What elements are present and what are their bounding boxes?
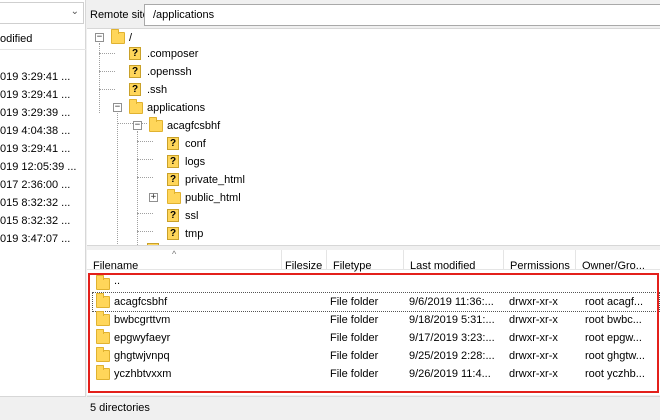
tree-item-ssh[interactable]: ? .ssh xyxy=(87,81,287,99)
folder-icon xyxy=(111,29,125,44)
folder-icon xyxy=(167,189,181,204)
column-label: odified xyxy=(0,33,33,45)
column-header-filetype[interactable]: Filetype xyxy=(327,250,404,272)
local-list-item[interactable]: 019 3:47:07 ... xyxy=(0,230,86,248)
table-row[interactable]: bwbcgrttvm File folder 9/18/2019 5:31:..… xyxy=(93,311,659,329)
local-list-item[interactable]: 019 4:04:38 ... xyxy=(0,122,86,140)
unknown-folder-icon: ? xyxy=(167,227,179,240)
remote-site-label: Remote site: xyxy=(90,9,152,21)
local-list-item[interactable]: 019 12:05:39 ... xyxy=(0,158,86,176)
unknown-folder-icon: ? xyxy=(129,65,141,78)
column-header-permissions[interactable]: Permissions xyxy=(504,250,576,272)
column-header-filename[interactable]: Filename ^ xyxy=(87,249,282,272)
unknown-folder-icon: ? xyxy=(129,47,141,60)
tree-item-acagfcsbhf[interactable]: − acagfcsbhf xyxy=(87,117,287,135)
folder-icon xyxy=(96,311,110,326)
tree-item-composer[interactable]: ? .composer xyxy=(87,45,287,63)
folder-icon xyxy=(129,99,143,114)
local-list-item[interactable]: 019 3:29:41 ... xyxy=(0,86,86,104)
remote-site-path-input[interactable]: /applications xyxy=(144,4,660,26)
collapse-icon[interactable]: − xyxy=(95,33,104,42)
folder-icon xyxy=(96,347,110,362)
local-status-bar xyxy=(0,396,86,420)
remote-directory-tree: − / ? .composer ? .openssh ? .ssh − appl… xyxy=(87,28,660,245)
local-list-item[interactable]: 015 8:32:32 ... xyxy=(0,212,86,230)
folder-icon xyxy=(96,293,110,308)
remote-site-bar: Remote site: /applications xyxy=(87,4,660,26)
sort-ascending-icon: ^ xyxy=(172,249,177,259)
table-row[interactable]: acagfcsbhf File folder 9/6/2019 11:36:..… xyxy=(92,292,660,312)
tree-item-private-html[interactable]: ? private_html xyxy=(87,171,287,189)
unknown-folder-icon: ? xyxy=(167,155,179,168)
listing-header: Filename ^ Filesize Filetype Last modifi… xyxy=(87,249,660,272)
unknown-folder-icon: ? xyxy=(167,137,179,150)
list-item-parent-directory[interactable]: .. xyxy=(93,275,659,293)
unknown-folder-icon: ? xyxy=(129,83,141,96)
local-path-dropdown[interactable]: ⌄ xyxy=(0,2,84,24)
expand-icon[interactable]: + xyxy=(149,193,158,202)
remote-file-listing: Filename ^ Filesize Filetype Last modifi… xyxy=(87,249,660,395)
folder-icon xyxy=(96,329,110,344)
tree-item-openssh[interactable]: ? .openssh xyxy=(87,63,287,81)
column-header-owner-group[interactable]: Owner/Gro... xyxy=(576,250,660,272)
local-list-item[interactable]: 019 3:29:41 ... xyxy=(0,140,86,158)
folder-icon xyxy=(96,365,110,380)
local-pane: ⌄ odified 019 3:29:41 ... 019 3:29:41 ..… xyxy=(0,0,86,420)
column-header-last-modified[interactable]: Last modified xyxy=(404,250,504,272)
tree-item-conf[interactable]: ? conf xyxy=(87,135,287,153)
chevron-down-icon[interactable]: ⌄ xyxy=(71,6,79,17)
folder-icon xyxy=(149,117,163,132)
tree-item-logs[interactable]: ? logs xyxy=(87,153,287,171)
status-bar: 5 directories xyxy=(87,396,660,420)
local-list-item[interactable]: 019 3:29:39 ... xyxy=(0,104,86,122)
remote-path-value: /applications xyxy=(153,9,215,21)
unknown-folder-icon: ? xyxy=(167,173,179,186)
local-list-item[interactable]: 015 8:32:32 ... xyxy=(0,194,86,212)
status-text: 5 directories xyxy=(90,402,150,414)
folder-icon xyxy=(96,275,110,290)
tree-item-applications[interactable]: − applications xyxy=(87,99,287,117)
local-column-header-last-modified[interactable]: odified xyxy=(0,28,86,50)
local-list-item[interactable]: 019 3:29:41 ... xyxy=(0,68,86,86)
table-row[interactable]: yczhbtvxxm File folder 9/26/2019 11:4...… xyxy=(93,365,659,383)
table-row[interactable]: epgwyfaeyr File folder 9/17/2019 3:23:..… xyxy=(93,329,659,347)
collapse-icon[interactable]: − xyxy=(113,103,122,112)
unknown-folder-icon: ? xyxy=(167,209,179,222)
tree-item-public-html[interactable]: + public_html xyxy=(87,189,287,207)
local-list-item[interactable]: 017 2:36:00 ... xyxy=(0,176,86,194)
collapse-icon[interactable]: − xyxy=(133,121,142,130)
column-header-filesize[interactable]: Filesize xyxy=(282,250,327,272)
tree-item-ssl[interactable]: ? ssl xyxy=(87,207,287,225)
table-row[interactable]: ghgtwjvnpq File folder 9/25/2019 2:28:..… xyxy=(93,347,659,365)
